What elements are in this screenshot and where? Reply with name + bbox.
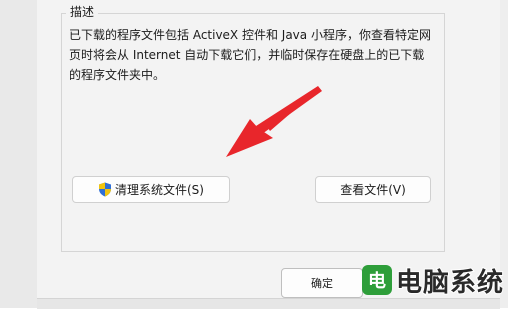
watermark-text: 电脑系统 [395,267,505,299]
watermark-logo-icon: 电 [362,265,392,295]
site-watermark: 电 电脑系统 [362,252,508,308]
